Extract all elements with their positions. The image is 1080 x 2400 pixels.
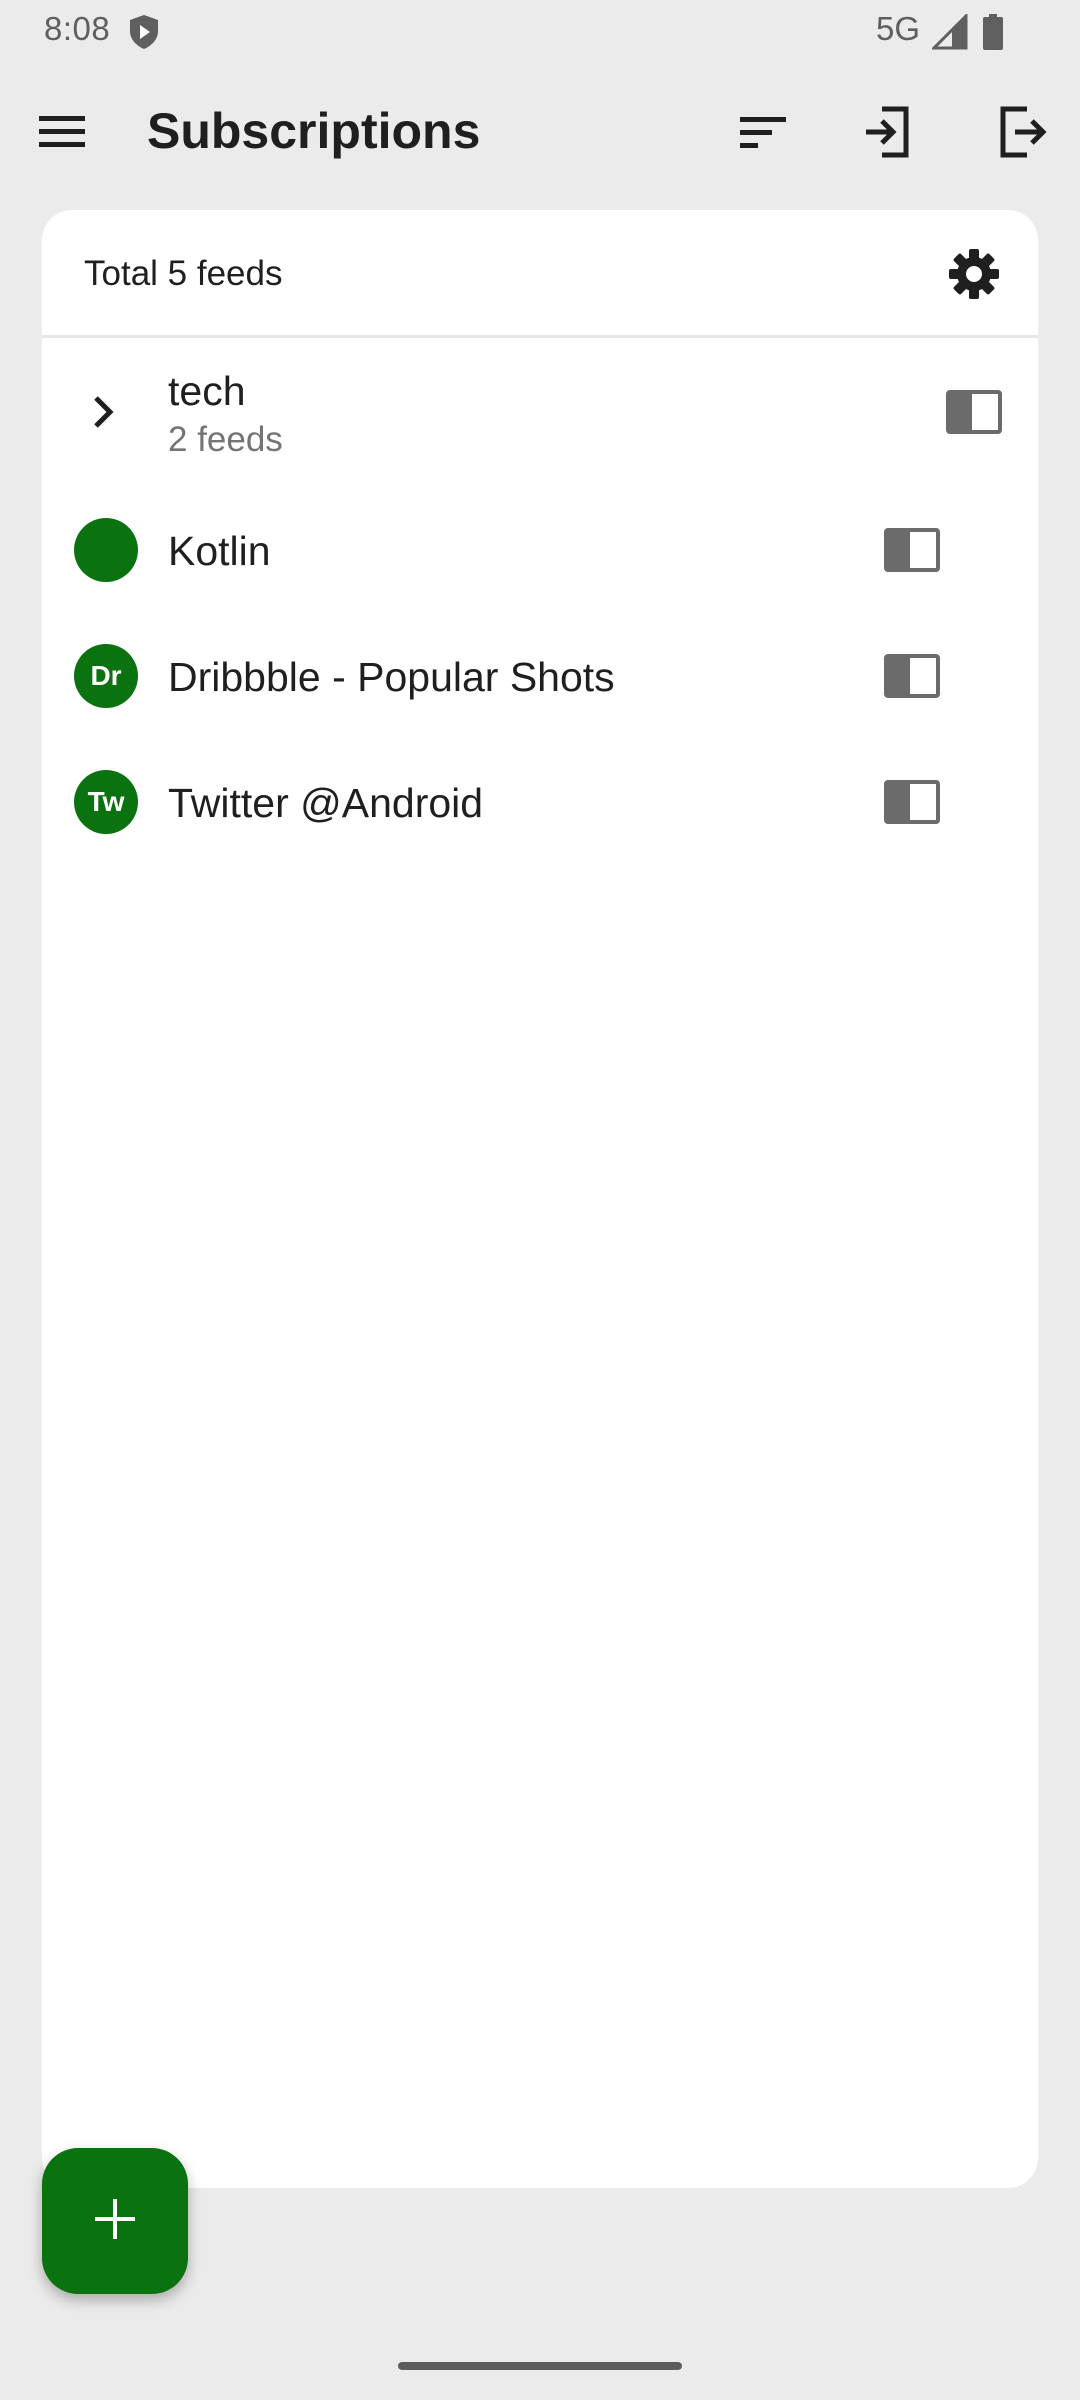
feed-title: Dribbble - Popular Shots — [168, 654, 615, 700]
gear-icon[interactable] — [946, 246, 1002, 302]
export-icon[interactable] — [992, 102, 1052, 162]
total-feeds-label: Total 5 feeds — [84, 254, 283, 293]
sort-icon[interactable] — [733, 102, 793, 162]
feed-avatar — [74, 518, 138, 582]
status-bar: 8:08 5G — [0, 0, 1080, 62]
subscriptions-card: Total 5 feeds tech 2 feeds Kotlin Dr Dri… — [42, 210, 1038, 2188]
plus-icon — [93, 2197, 137, 2246]
group-row-tech[interactable]: tech 2 feeds — [42, 338, 1038, 486]
network-type: 5G — [876, 10, 921, 47]
menu-icon[interactable] — [32, 102, 92, 162]
page-title: Subscriptions — [147, 103, 481, 159]
import-icon[interactable] — [857, 102, 917, 162]
signal-icon — [930, 12, 968, 50]
feed-title: Twitter @Android — [168, 780, 484, 826]
shield-play-icon — [128, 14, 160, 50]
battery-icon — [982, 14, 1004, 50]
feed-row[interactable]: Tw Twitter @Android — [42, 738, 1038, 864]
feed-row[interactable]: Kotlin — [42, 486, 1038, 612]
group-feed-count: 2 feeds — [168, 420, 283, 459]
feed-row[interactable]: Dr Dribbble - Popular Shots — [42, 612, 1038, 738]
card-header: Total 5 feeds — [42, 210, 1038, 336]
feed-toggle-icon[interactable] — [884, 654, 940, 698]
feed-avatar: Tw — [74, 770, 138, 834]
group-name: tech — [168, 368, 246, 414]
add-subscription-button[interactable] — [42, 2148, 188, 2294]
status-time: 8:08 — [44, 10, 111, 47]
feed-title: Kotlin — [168, 528, 271, 574]
feed-toggle-icon[interactable] — [884, 528, 940, 572]
chevron-right-icon[interactable] — [84, 392, 124, 432]
top-app-bar: Subscriptions — [0, 62, 1080, 212]
feed-avatar: Dr — [74, 644, 138, 708]
group-toggle-icon[interactable] — [946, 390, 1002, 434]
gesture-nav-bar[interactable] — [398, 2362, 682, 2370]
feed-toggle-icon[interactable] — [884, 780, 940, 824]
